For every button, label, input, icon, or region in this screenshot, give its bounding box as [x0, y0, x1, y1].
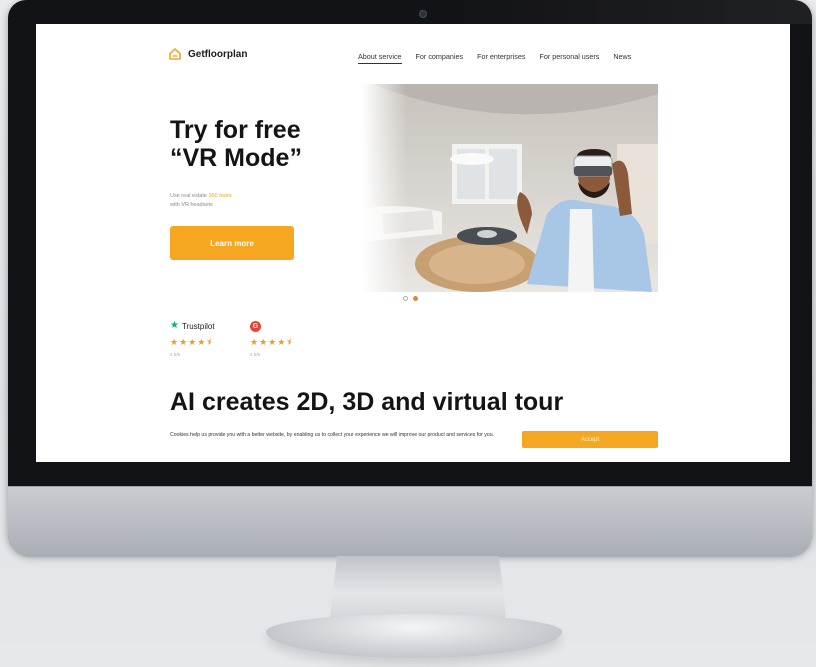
learn-more-button[interactable]: Learn more	[170, 226, 294, 260]
hero-sub-highlight[interactable]: 360 tours	[209, 193, 232, 199]
hero-sub-text: Use real estate	[170, 193, 209, 199]
section-title: AI creates 2D, 3D and virtual tour	[170, 388, 564, 416]
hero-title: Try for free “VR Mode”	[170, 116, 360, 172]
webcam-icon	[419, 10, 427, 18]
nav-news[interactable]: News	[613, 52, 631, 64]
trustpilot-star-icon: ★	[170, 320, 179, 331]
hero-subtitle: Use real estate 360 tours with VR headse…	[170, 192, 290, 210]
google-icon: G	[250, 320, 261, 332]
cookie-accept-button[interactable]: Accept	[522, 431, 658, 448]
site-logo[interactable]: Getfloorplan	[168, 47, 247, 61]
bezel-gloss	[448, 0, 812, 24]
carousel-dots	[403, 296, 418, 301]
nav-for-companies[interactable]: For companies	[416, 52, 464, 64]
rating-score: 4.5/5	[170, 352, 181, 357]
nav-for-personal-users[interactable]: For personal users	[539, 52, 599, 64]
top-navigation: Getfloorplan About service For companies…	[168, 47, 790, 66]
rating-score: 4.5/5	[250, 352, 261, 357]
vr-headset-photo	[362, 84, 658, 292]
carousel-dot-1[interactable]	[403, 296, 408, 301]
google-brand: G	[250, 320, 292, 332]
rating-stars: ★★★★⯨	[170, 337, 213, 347]
trustpilot-brand: ★ Trustpilot	[170, 320, 215, 332]
browser-screen: Getfloorplan About service For companies…	[36, 24, 790, 462]
house-logo-icon	[169, 48, 181, 60]
trustpilot-label: Trustpilot	[181, 321, 215, 331]
monitor-stand-neck	[330, 556, 506, 618]
hero-title-line2: “VR Mode”	[170, 144, 302, 172]
monitor-stand-base	[266, 614, 562, 658]
hero-sub-text-2: with VR headsets	[170, 202, 213, 208]
google-rating[interactable]: G ★★★★⯨ 4.5/5	[250, 320, 292, 357]
nav-links: About service For companies For enterpri…	[358, 52, 645, 64]
nav-for-enterprises[interactable]: For enterprises	[477, 52, 525, 64]
cookie-notice-text: Cookies help us provide you with a bette…	[170, 432, 495, 438]
hero-title-line1: Try for free	[170, 116, 301, 144]
logo-text: Getfloorplan	[188, 48, 248, 60]
monitor-chin	[8, 486, 812, 557]
rating-stars: ★★★★⯨	[250, 337, 293, 347]
nav-about-service[interactable]: About service	[358, 52, 402, 64]
carousel-dot-2[interactable]	[413, 296, 418, 301]
trustpilot-rating[interactable]: ★ Trustpilot ★★★★⯨ 4.5/5	[170, 320, 215, 358]
